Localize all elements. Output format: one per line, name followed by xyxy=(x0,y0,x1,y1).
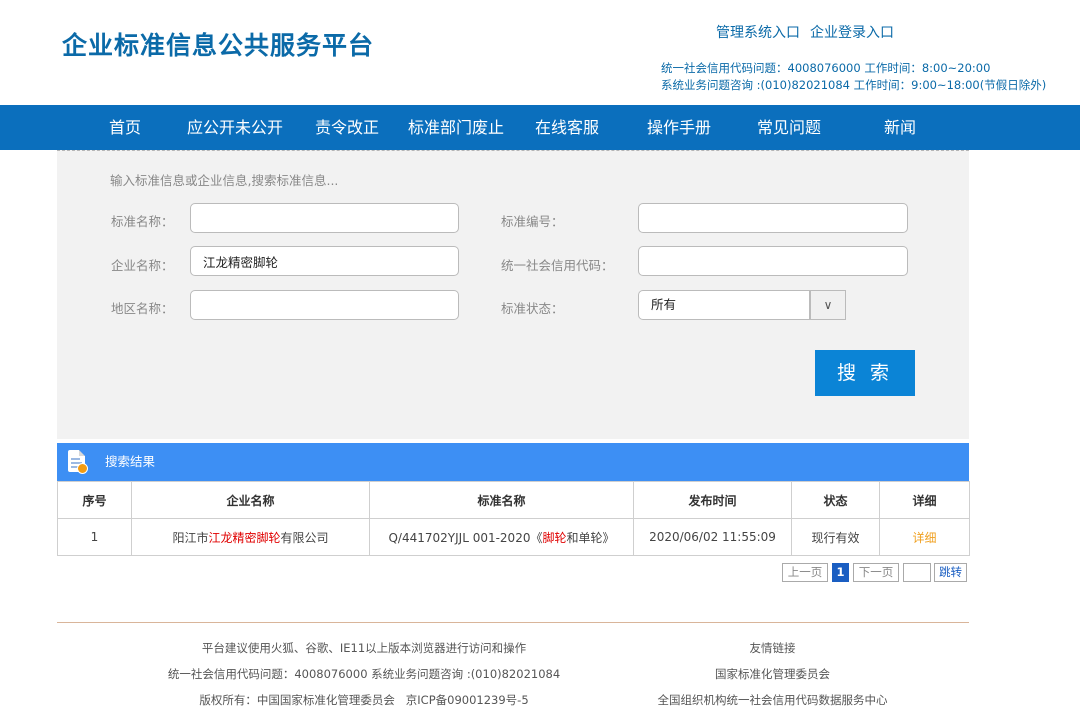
results-table: 序号 企业名称 标准名称 发布时间 状态 详细 1 阳江市江龙精密脚轮有限公司 … xyxy=(57,481,970,556)
results-title: 搜索结果 xyxy=(105,454,156,469)
standard-prefix: Q/441702YJJL 001-2020《 xyxy=(388,530,543,545)
prev-page-button[interactable]: 上一页 xyxy=(782,563,828,582)
footer-links-title: 友情链接 xyxy=(749,641,796,655)
std-name-input[interactable] xyxy=(190,203,459,233)
nav-abolished[interactable]: 标准部门废止 xyxy=(408,105,504,150)
row-detail-cell: 详细 xyxy=(879,518,970,556)
footer-contact: 统一社会信用代码问题：4008076000 系统业务问题咨询 :(010)820… xyxy=(167,667,561,681)
admin-entry-link[interactable]: 管理系统入口 xyxy=(716,25,800,41)
column-header-publish-time: 发布时间 xyxy=(633,481,792,519)
top-links: 管理系统入口 企业登录入口 xyxy=(716,22,894,42)
table-header-row: 序号 企业名称 标准名称 发布时间 状态 详细 xyxy=(57,481,970,519)
std-status-value: 所有 xyxy=(651,297,677,312)
row-standard: Q/441702YJJL 001-2020《脚轮和单轮》 xyxy=(369,518,634,556)
footer-link-credit-center[interactable]: 全国组织机构统一社会信用代码数据服务中心 xyxy=(640,692,905,708)
company-suffix: 有限公司 xyxy=(280,530,329,545)
nav-rectify[interactable]: 责令改正 xyxy=(315,105,379,150)
column-header-detail: 详细 xyxy=(879,481,970,519)
footer-browser-note: 平台建议使用火狐、谷歌、IE11以上版本浏览器进行访问和操作 xyxy=(201,641,527,655)
footer-link-sac[interactable]: 国家标准化管理委员会 xyxy=(640,666,905,682)
main-nav: 首页 应公开未公开 责令改正 标准部门废止 在线客服 操作手册 常见问题 新闻 xyxy=(0,105,1080,150)
detail-link[interactable]: 详细 xyxy=(912,531,936,545)
standard-highlight: 脚轮 xyxy=(542,530,567,545)
std-status-label: 标准状态： xyxy=(501,301,564,316)
region-name-label: 地区名称： xyxy=(111,301,174,316)
row-index: 1 xyxy=(57,518,132,556)
company-name-input[interactable] xyxy=(190,246,459,276)
next-page-button[interactable]: 下一页 xyxy=(853,563,899,582)
row-status: 现行有效 xyxy=(791,518,880,556)
nav-news[interactable]: 新闻 xyxy=(884,105,916,150)
std-status-select[interactable]: 所有 xyxy=(638,290,810,320)
row-company: 阳江市江龙精密脚轮有限公司 xyxy=(131,518,370,556)
page-1-button[interactable]: 1 xyxy=(832,563,849,582)
contact-info-business: 系统业务问题咨询 :(010)82021084 工作时间：9:00~18:00(… xyxy=(661,78,1047,92)
search-hint: 输入标准信息或企业信息,搜索标准信息... xyxy=(110,173,339,188)
column-header-status: 状态 xyxy=(791,481,880,519)
company-prefix: 阳江市 xyxy=(172,530,209,545)
nav-online-service[interactable]: 在线客服 xyxy=(535,105,599,150)
footer-copyright: 版权所有：中国国家标准化管理委员会 京ICP备09001239号-5 xyxy=(199,693,529,707)
std-name-label: 标准名称： xyxy=(111,214,174,229)
enterprise-login-link[interactable]: 企业登录入口 xyxy=(810,25,894,41)
nav-manual[interactable]: 操作手册 xyxy=(647,105,711,150)
credit-code-label: 统一社会信用代码： xyxy=(501,258,614,273)
credit-code-input[interactable] xyxy=(638,246,908,276)
column-header-standard: 标准名称 xyxy=(369,481,634,519)
company-name-label: 企业名称： xyxy=(111,258,174,273)
results-header: 搜索结果 xyxy=(57,443,969,481)
column-header-company: 企业名称 xyxy=(131,481,370,519)
company-highlight: 江龙精密脚轮 xyxy=(208,530,281,545)
nav-unpublished[interactable]: 应公开未公开 xyxy=(187,105,283,150)
page-jump-input[interactable] xyxy=(903,563,931,582)
std-code-label: 标准编号： xyxy=(501,214,564,229)
nav-faq[interactable]: 常见问题 xyxy=(757,105,821,150)
column-header-index: 序号 xyxy=(57,481,132,519)
chevron-down-icon[interactable]: ∨ xyxy=(810,290,846,320)
contact-info-credit: 统一社会信用代码问题：4008076000 工作时间：8:00~20:00 xyxy=(661,61,991,75)
site-title: 企业标准信息公共服务平台 xyxy=(62,31,375,60)
document-icon xyxy=(68,450,88,474)
table-row: 1 阳江市江龙精密脚轮有限公司 Q/441702YJJL 001-2020《脚轮… xyxy=(57,518,970,556)
search-button[interactable]: 搜 索 xyxy=(815,350,915,396)
std-code-input[interactable] xyxy=(638,203,908,233)
standard-suffix: 和单轮》 xyxy=(566,530,615,545)
row-publish-time: 2020/06/02 11:55:09 xyxy=(633,518,792,556)
region-name-input[interactable] xyxy=(190,290,459,320)
footer-divider xyxy=(57,622,969,623)
jump-button[interactable]: 跳转 xyxy=(934,563,967,582)
nav-home[interactable]: 首页 xyxy=(109,105,141,150)
